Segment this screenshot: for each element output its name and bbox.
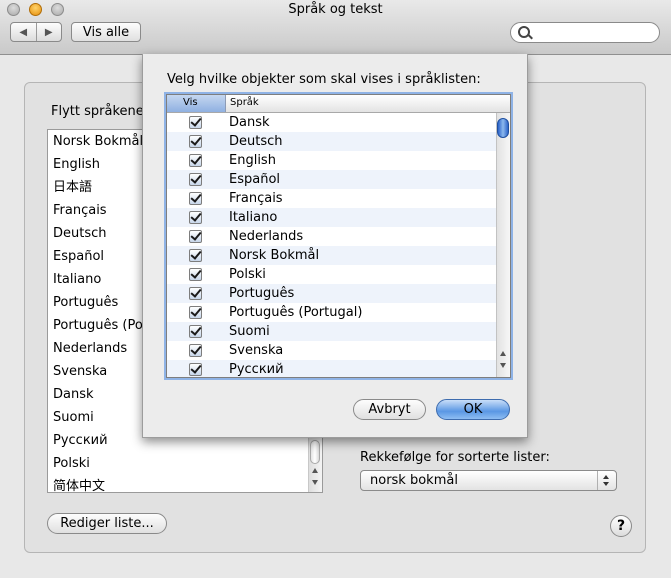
table-scrollbar[interactable] <box>496 113 510 377</box>
show-checkbox[interactable] <box>189 173 202 186</box>
table-row[interactable]: Deutsch <box>167 132 497 151</box>
title-bar: Språk og tekst ◀ ▶ Vis alle <box>0 0 671 55</box>
language-list-item[interactable]: 简体中文 <box>48 475 322 492</box>
window-title: Språk og tekst <box>288 2 383 17</box>
sort-order-label: Rekkefølge for sorterte lister: <box>360 450 550 465</box>
table-row[interactable]: English <box>167 151 497 170</box>
show-checkbox[interactable] <box>189 325 202 338</box>
language-name: Русский <box>229 362 284 377</box>
sort-order-popup[interactable]: norsk bokmål <box>360 470 617 491</box>
scroll-down-icon[interactable] <box>500 363 506 368</box>
scroll-up-icon[interactable] <box>500 351 506 356</box>
scroll-up-icon[interactable] <box>312 468 318 473</box>
show-checkbox[interactable] <box>189 287 202 300</box>
table-row[interactable]: Français <box>167 189 497 208</box>
reorder-languages-label: Flytt språkene <box>51 104 144 119</box>
language-name: Dansk <box>229 115 270 130</box>
forward-arrow-icon[interactable]: ▶ <box>37 23 62 41</box>
table-row[interactable]: Русский <box>167 360 497 377</box>
show-checkbox[interactable] <box>189 135 202 148</box>
sheet-title: Velg hvilke objekter som skal vises i sp… <box>167 72 481 87</box>
table-row[interactable]: Polski <box>167 265 497 284</box>
ok-button[interactable]: OK <box>436 399 510 420</box>
language-name: Português (Portugal) <box>229 305 363 320</box>
column-header-show[interactable]: Vis <box>167 95 226 112</box>
search-icon <box>518 26 530 38</box>
table-row[interactable]: Dansk <box>167 113 497 132</box>
back-arrow-icon[interactable]: ◀ <box>11 23 37 41</box>
language-name: Português <box>229 286 295 301</box>
customize-languages-sheet: Velg hvilke objekter som skal vises i sp… <box>142 54 528 438</box>
language-name: Polski <box>229 267 266 282</box>
show-checkbox[interactable] <box>189 268 202 281</box>
show-checkbox[interactable] <box>189 306 202 319</box>
language-name: Norsk Bokmål <box>229 248 320 263</box>
table-row[interactable]: Norsk Bokmål <box>167 246 497 265</box>
language-name: Français <box>229 191 283 206</box>
show-checkbox[interactable] <box>189 363 202 376</box>
table-row[interactable]: Español <box>167 170 497 189</box>
show-all-button[interactable]: Vis alle <box>71 22 141 42</box>
table-row[interactable]: Português (Portugal) <box>167 303 497 322</box>
sort-order-value: norsk bokmål <box>370 473 458 488</box>
table-scroll-thumb[interactable] <box>497 118 509 138</box>
show-checkbox[interactable] <box>189 192 202 205</box>
table-row[interactable]: Suomi <box>167 322 497 341</box>
language-name: Suomi <box>229 324 270 339</box>
table-row[interactable]: Svenska <box>167 341 497 360</box>
nav-back-forward: ◀ ▶ <box>10 22 62 42</box>
show-checkbox[interactable] <box>189 211 202 224</box>
search-field[interactable] <box>510 22 660 43</box>
language-name: Nederlands <box>229 229 304 244</box>
edit-list-button[interactable]: Rediger liste... <box>47 513 167 534</box>
table-row[interactable]: Português <box>167 284 497 303</box>
help-button[interactable]: ? <box>610 515 632 537</box>
scroll-down-icon[interactable] <box>312 480 318 485</box>
language-visibility-table[interactable]: Vis Språk Dansk Deutsch English Español Fran… <box>166 94 511 378</box>
language-name: Español <box>229 172 281 187</box>
cancel-button[interactable]: Avbryt <box>353 399 426 420</box>
table-header: Vis Språk <box>167 95 510 113</box>
popup-arrows-icon <box>597 471 616 490</box>
table-row[interactable]: Italiano <box>167 208 497 227</box>
table-row[interactable]: Nederlands <box>167 227 497 246</box>
language-name: Italiano <box>229 210 278 225</box>
show-checkbox[interactable] <box>189 154 202 167</box>
show-checkbox[interactable] <box>189 344 202 357</box>
language-name: Deutsch <box>229 134 283 149</box>
language-name: Svenska <box>229 343 284 358</box>
scroll-thumb[interactable] <box>310 440 320 464</box>
language-list-item[interactable]: Polski <box>48 452 322 475</box>
show-checkbox[interactable] <box>189 116 202 129</box>
show-checkbox[interactable] <box>189 249 202 262</box>
language-name: English <box>229 153 276 168</box>
column-header-language[interactable]: Språk <box>230 95 259 111</box>
show-checkbox[interactable] <box>189 230 202 243</box>
